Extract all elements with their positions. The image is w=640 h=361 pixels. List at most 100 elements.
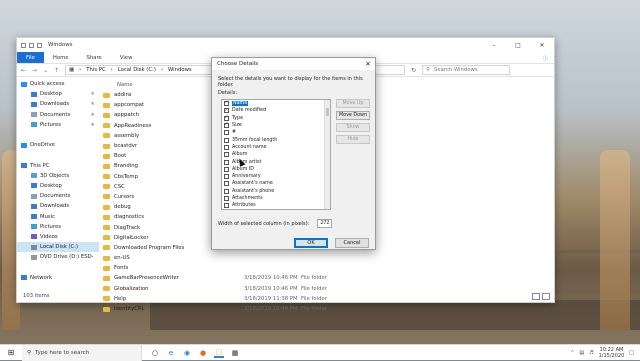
detail-checkbox[interactable]: ✓: [224, 101, 229, 107]
nav-item[interactable]: Pictures ★: [17, 120, 99, 130]
notifications-icon[interactable]: □: [629, 350, 634, 356]
detail-checkbox[interactable]: ✓: [224, 123, 229, 129]
nav-item[interactable]: This PC: [17, 161, 99, 171]
detail-item[interactable]: ✓ Size: [222, 122, 330, 129]
move-up-button[interactable]: Move Up: [336, 99, 370, 108]
nav-item[interactable]: Documents ★: [17, 110, 99, 120]
detail-checkbox[interactable]: [224, 130, 229, 136]
detail-item[interactable]: Anniversary: [222, 173, 330, 180]
detail-checkbox[interactable]: [224, 203, 229, 209]
detail-item[interactable]: Account name: [222, 144, 330, 151]
detail-checkbox[interactable]: [224, 152, 229, 158]
width-input[interactable]: 272: [317, 219, 333, 228]
scroll-thumb[interactable]: [326, 108, 329, 116]
tab-file[interactable]: File: [17, 52, 44, 63]
refresh-icon[interactable]: ↻: [411, 67, 416, 74]
taskbar-search[interactable]: ⚲ Type here to search: [22, 344, 142, 361]
store-icon[interactable]: ▦: [230, 348, 240, 358]
dialog-title: Choose Details: [217, 61, 259, 67]
search-input[interactable]: ⚲ Search Windows: [422, 65, 511, 75]
up-icon[interactable]: ↑: [54, 67, 59, 74]
task-view-icon[interactable]: ○: [150, 348, 160, 358]
ok-button[interactable]: OK: [294, 238, 328, 248]
move-down-button[interactable]: Move Down: [336, 111, 370, 120]
show-button[interactable]: Show: [336, 123, 370, 132]
detail-checkbox[interactable]: ✓: [224, 108, 229, 114]
large-icons-view-icon[interactable]: [542, 292, 550, 300]
folder-icon: [103, 102, 110, 108]
detail-item[interactable]: ✓ Type: [222, 115, 330, 122]
details-list[interactable]: ✓ Name ✓ Date modified ✓ Type ✓ Size #35mm focal…: [221, 99, 331, 210]
breadcrumb-this-pc[interactable]: This PC: [86, 67, 105, 73]
help-icon[interactable]: ⓘ: [543, 52, 554, 63]
nav-item[interactable]: Local Disk (C:): [17, 242, 99, 253]
details-view-icon[interactable]: [532, 292, 540, 300]
minimize-button[interactable]: –: [482, 42, 506, 49]
detail-checkbox[interactable]: [224, 159, 229, 165]
detail-checkbox[interactable]: [224, 166, 229, 172]
detail-item[interactable]: Attributes: [222, 202, 330, 209]
nav-item[interactable]: DVD Drive (D:) ESD-: [17, 252, 99, 262]
hide-button[interactable]: Hide: [336, 135, 370, 144]
globe-icon[interactable]: ◉: [182, 348, 192, 358]
detail-item[interactable]: #: [222, 129, 330, 136]
nav-item[interactable]: Downloads ★: [17, 99, 99, 109]
file-row[interactable]: GameBarPresenceWriter 3/18/2019 10:46 PM F…: [101, 273, 554, 283]
tab-home[interactable]: Home: [44, 52, 78, 63]
detail-checkbox[interactable]: [224, 174, 229, 180]
detail-item[interactable]: Assistant's phone: [222, 188, 330, 195]
properties-icon[interactable]: [29, 42, 34, 48]
folder-icon[interactable]: [21, 42, 26, 48]
network-icon[interactable]: ▤: [579, 350, 584, 356]
nav-item[interactable]: Pictures: [17, 222, 99, 232]
detail-checkbox[interactable]: [224, 181, 229, 187]
firefox-icon[interactable]: ●: [198, 348, 208, 358]
detail-checkbox[interactable]: ✓: [224, 115, 229, 121]
tab-view[interactable]: View: [111, 52, 142, 63]
nav-item[interactable]: Documents: [17, 191, 99, 201]
back-icon[interactable]: ←: [21, 67, 26, 74]
detail-item[interactable]: Album ID: [222, 166, 330, 173]
maximize-button[interactable]: □: [506, 42, 530, 49]
breadcrumb-local-disk[interactable]: Local Disk (C:): [118, 67, 156, 73]
detail-item[interactable]: ✓ Name: [222, 100, 330, 107]
volume-icon[interactable]: ♬: [589, 350, 593, 356]
nav-item[interactable]: OneDrive: [17, 140, 99, 150]
clock[interactable]: 10:22 AM 1/15/2020: [599, 347, 625, 359]
edge-icon[interactable]: e: [166, 348, 176, 358]
nav-item[interactable]: Videos: [17, 232, 99, 242]
file-name: diagnostics: [114, 214, 145, 221]
detail-checkbox[interactable]: [224, 137, 229, 143]
file-row[interactable]: Fonts: [101, 263, 554, 273]
tab-share[interactable]: Share: [78, 52, 111, 63]
close-button[interactable]: ✕: [530, 42, 554, 49]
detail-item[interactable]: Attachments: [222, 195, 330, 202]
file-name: Boot: [114, 153, 127, 160]
detail-checkbox[interactable]: [224, 188, 229, 194]
recent-locations-icon[interactable]: ⌄: [43, 67, 48, 74]
nav-item[interactable]: 3D Objects: [17, 171, 99, 181]
detail-item[interactable]: 35mm focal length: [222, 136, 330, 143]
forward-icon[interactable]: →: [32, 67, 37, 74]
file-row[interactable]: IdentityCRL 3/18/2019 10:46 PM File folder: [101, 304, 554, 314]
windows-start-icon[interactable]: ⊞: [0, 348, 22, 357]
detail-item[interactable]: ✓ Date modified: [222, 107, 330, 114]
detail-checkbox[interactable]: [224, 196, 229, 201]
details-scrollbar[interactable]: [324, 100, 330, 209]
close-icon[interactable]: ✕: [361, 60, 375, 68]
nav-item[interactable]: Music: [17, 211, 99, 221]
detail-item[interactable]: Album: [222, 151, 330, 158]
nav-item[interactable]: Downloads: [17, 201, 99, 211]
cancel-button[interactable]: Cancel: [335, 238, 369, 248]
nav-item[interactable]: Desktop ★: [17, 89, 99, 99]
nav-item[interactable]: Network: [17, 273, 99, 283]
new-folder-icon[interactable]: [37, 42, 42, 48]
nav-item[interactable]: Desktop: [17, 181, 99, 191]
nav-item[interactable]: Quick access: [17, 79, 99, 89]
detail-checkbox[interactable]: [224, 144, 229, 150]
file-explorer-icon[interactable]: □: [214, 348, 224, 358]
breadcrumb-windows[interactable]: Windows: [168, 67, 192, 73]
file-row[interactable]: en-US: [101, 253, 554, 263]
show-hidden-icons-icon[interactable]: ⌃: [570, 350, 574, 356]
detail-item[interactable]: Assistant's name: [222, 180, 330, 187]
